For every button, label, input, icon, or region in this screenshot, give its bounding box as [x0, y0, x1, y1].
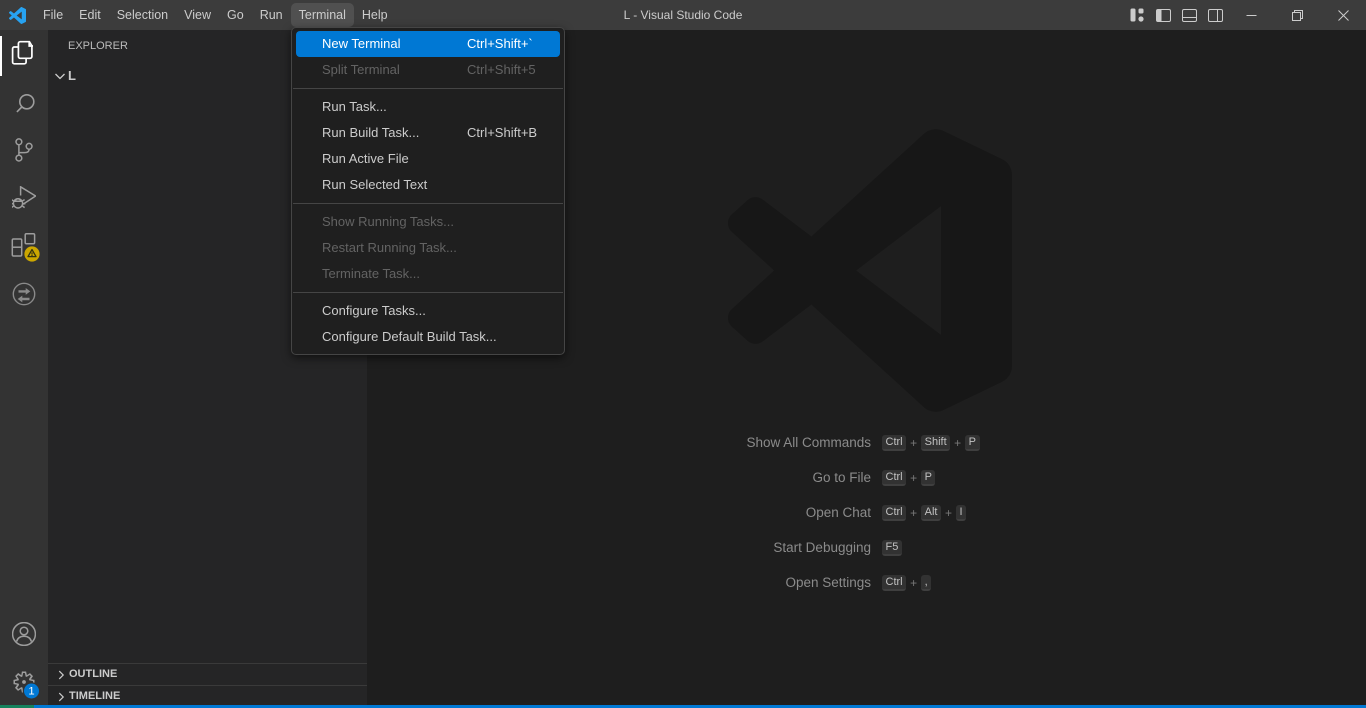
svg-text:1: 1 — [28, 685, 34, 697]
